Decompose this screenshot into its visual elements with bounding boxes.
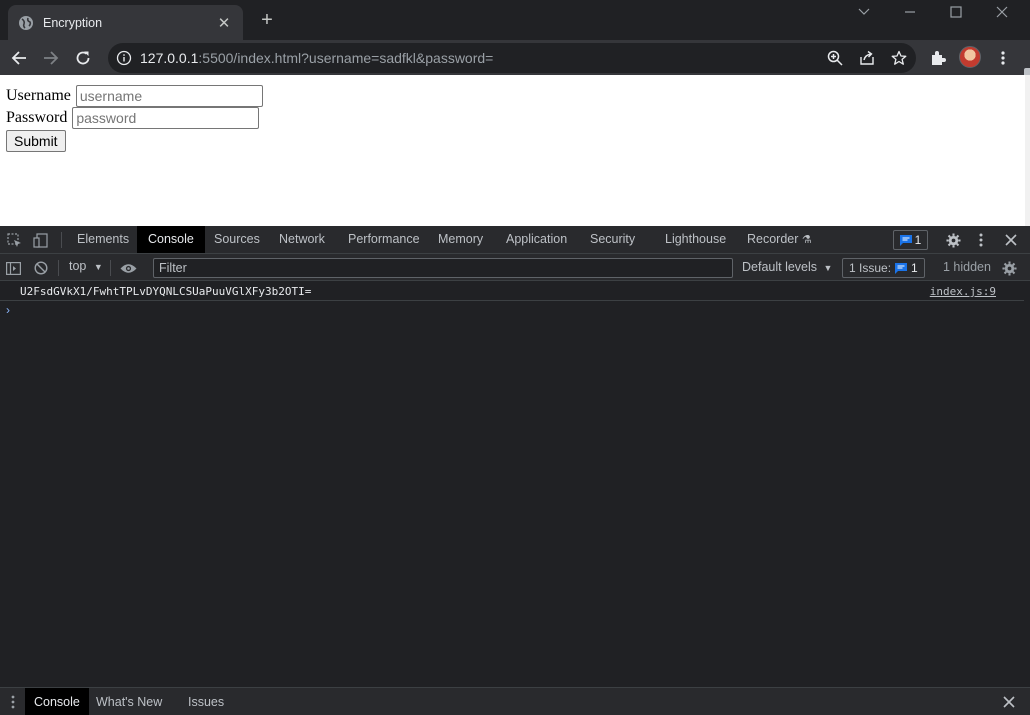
page-scrollbar[interactable] — [1025, 75, 1030, 226]
password-label: Password — [6, 109, 68, 126]
device-toolbar-icon[interactable] — [31, 231, 49, 249]
message-icon — [899, 234, 912, 246]
console-filter-input[interactable] — [153, 258, 733, 278]
dropdown-arrow-icon: ▼ — [823, 263, 833, 273]
issues-badge[interactable]: 1 — [893, 230, 928, 250]
back-icon[interactable] — [5, 44, 33, 72]
log-levels-label: Default levels — [742, 260, 818, 274]
username-label: Username — [6, 87, 71, 104]
extensions-icon[interactable] — [928, 48, 948, 68]
tab-recorder-label: Recorder — [747, 232, 799, 246]
tab-memory[interactable]: Memory — [427, 226, 494, 253]
tab-search-icon[interactable] — [841, 2, 887, 22]
profile-avatar[interactable] — [959, 46, 981, 68]
inspect-element-icon[interactable] — [5, 231, 23, 249]
reload-icon[interactable] — [69, 44, 97, 72]
password-input[interactable] — [72, 107, 260, 129]
log-levels-dropdown[interactable]: Default levels ▼ — [742, 260, 832, 274]
issues-counter-value: 1 — [911, 261, 918, 275]
tab-security[interactable]: Security — [579, 226, 646, 253]
close-window-icon[interactable] — [979, 2, 1025, 22]
filter-divider — [58, 260, 59, 276]
tab-sources[interactable]: Sources — [203, 226, 271, 253]
issues-counter-button[interactable]: 1 Issue: 1 — [842, 258, 925, 278]
username-row: Username — [6, 85, 263, 107]
log-message: U2FsdGVkX1/FwhtTPLvDYQNLCSUaPuuVGlXFy3b2… — [20, 285, 312, 298]
url-host: 127.0.0.1 — [140, 50, 199, 66]
console-settings-gear-icon[interactable] — [1000, 259, 1018, 277]
context-selector[interactable]: top ▼ — [69, 259, 103, 273]
zoom-icon[interactable] — [826, 49, 844, 67]
drawer-tab-issues[interactable]: Issues — [179, 688, 233, 715]
more-menu-icon[interactable] — [993, 48, 1013, 68]
clear-console-icon[interactable] — [32, 259, 50, 277]
address-bar[interactable]: 127.0.0.1:5500/index.html?username=sadfk… — [108, 43, 916, 73]
minimize-icon[interactable] — [887, 2, 933, 22]
tab-recorder[interactable]: Recorder ⚗ — [736, 226, 823, 253]
message-icon — [895, 262, 908, 274]
devtools-panel: Elements Console Sources Network Perform… — [0, 226, 1030, 715]
site-info-icon[interactable] — [116, 50, 132, 66]
issues-badge-count: 1 — [914, 233, 922, 247]
console-prompt-chevron-icon[interactable]: › — [6, 303, 10, 317]
password-row: Password — [6, 107, 260, 129]
drawer-tab-console[interactable]: Console — [25, 688, 89, 715]
url-text: 127.0.0.1:5500/index.html?username=sadfk… — [140, 50, 493, 66]
tab-console[interactable]: Console — [137, 226, 205, 253]
close-tab-icon[interactable]: ✕ — [215, 14, 233, 32]
globe-icon — [19, 15, 33, 30]
console-log-entry: U2FsdGVkX1/FwhtTPLvDYQNLCSUaPuuVGlXFy3b2… — [0, 282, 1024, 301]
dropdown-arrow-icon: ▼ — [93, 262, 103, 272]
share-icon[interactable] — [858, 49, 876, 67]
close-drawer-icon[interactable] — [1000, 693, 1018, 711]
browser-tab[interactable]: Encryption ✕ — [8, 5, 243, 40]
drawer-menu-icon[interactable] — [4, 693, 22, 711]
tab-lighthouse[interactable]: Lighthouse — [654, 226, 737, 253]
tab-title: Encryption — [43, 15, 103, 30]
tab-performance[interactable]: Performance — [337, 226, 431, 253]
devtools-tabbar: Elements Console Sources Network Perform… — [0, 226, 1030, 254]
hidden-messages-count: 1 hidden — [943, 260, 991, 274]
devtools-drawer: Console What's New Issues — [0, 687, 1030, 715]
maximize-icon[interactable] — [933, 2, 979, 22]
devtools-menu-icon[interactable] — [972, 231, 990, 249]
tab-elements[interactable]: Elements — [66, 226, 140, 253]
drawer-tab-whats-new[interactable]: What's New — [87, 688, 171, 715]
console-filter-bar: top ▼ Default levels ▼ 1 Issue: 1 1 hidd… — [0, 254, 1030, 281]
tab-network[interactable]: Network — [268, 226, 336, 253]
context-value: top — [69, 259, 87, 273]
tab-application[interactable]: Application — [495, 226, 578, 253]
sidebar-toggle-icon[interactable] — [4, 259, 22, 277]
new-tab-icon[interactable]: + — [256, 9, 278, 31]
toolbar-divider — [61, 232, 62, 248]
tab-strip: Encryption ✕ + — [0, 0, 1030, 40]
forward-icon[interactable] — [37, 44, 65, 72]
username-input[interactable] — [75, 85, 263, 107]
filter-divider — [110, 260, 111, 276]
browser-toolbar: 127.0.0.1:5500/index.html?username=sadfk… — [0, 40, 1030, 84]
issues-counter-label: 1 Issue: — [849, 261, 892, 275]
settings-gear-icon[interactable] — [944, 231, 962, 249]
submit-button[interactable]: Submit — [6, 130, 66, 152]
console-output: U2FsdGVkX1/FwhtTPLvDYQNLCSUaPuuVGlXFy3b2… — [0, 282, 1030, 687]
live-expression-eye-icon[interactable] — [119, 259, 137, 277]
url-path: :5500/index.html?username=sadfkl&passwor… — [198, 50, 494, 66]
bookmark-star-icon[interactable] — [890, 49, 908, 67]
close-devtools-icon[interactable] — [1002, 231, 1020, 249]
experiment-flask-icon: ⚗ — [801, 234, 812, 246]
log-source-link[interactable]: index.js:9 — [930, 285, 996, 298]
page-viewport: Username Password Submit — [0, 75, 1025, 226]
